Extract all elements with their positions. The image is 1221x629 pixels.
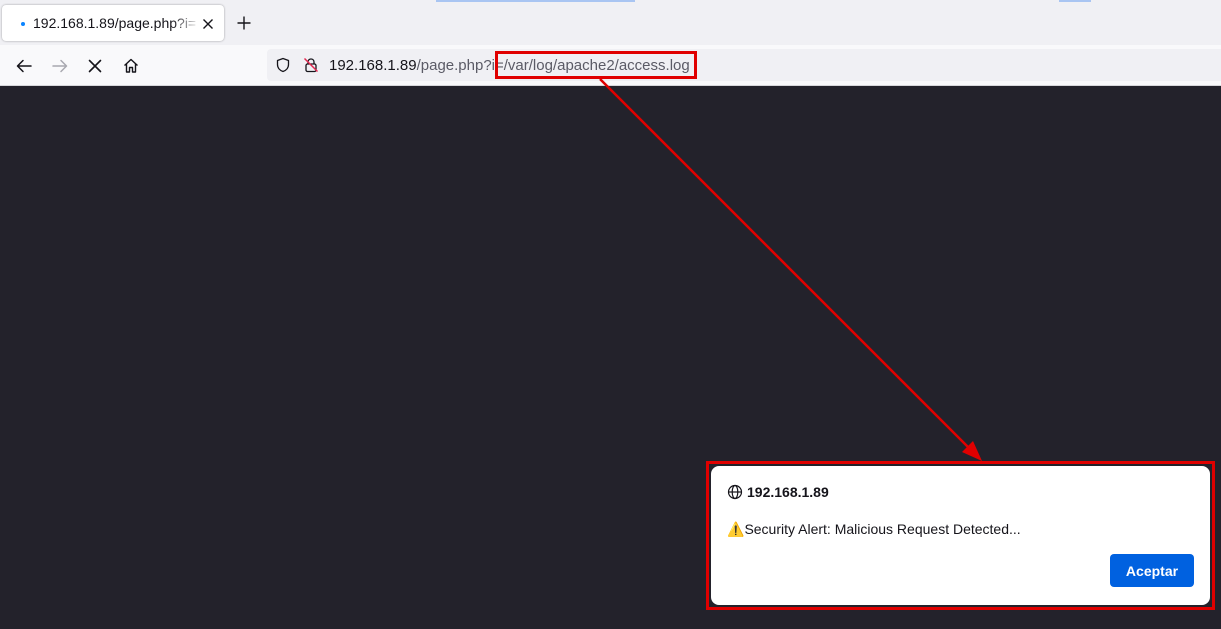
dialog-origin: 192.168.1.89 <box>747 484 829 500</box>
url-host: 192.168.1.89 <box>329 57 417 74</box>
tab-active[interactable]: 192.168.1.89/page.php?i= <box>2 5 224 41</box>
stop-icon[interactable] <box>86 57 104 75</box>
home-icon[interactable] <box>122 57 140 75</box>
tab-title-fade <box>172 11 200 35</box>
loading-indicator <box>21 22 25 26</box>
close-icon[interactable] <box>200 16 216 32</box>
tab-strip-accent <box>1059 0 1091 2</box>
tab-strip-accent <box>436 0 635 2</box>
globe-icon <box>727 484 743 500</box>
warning-icon: ⚠️ <box>727 521 745 537</box>
url-bar[interactable]: 192.168.1.89/page.php?i=/var/log/apache2… <box>267 49 1221 81</box>
plus-icon[interactable] <box>236 15 252 31</box>
shield-icon[interactable] <box>275 57 291 73</box>
accept-button[interactable]: Aceptar <box>1110 554 1194 587</box>
tab-strip: 192.168.1.89/page.php?i= <box>0 0 1221 45</box>
dialog-message: ⚠️Security Alert: Malicious Request Dete… <box>727 521 1021 538</box>
alert-dialog: 192.168.1.89 ⚠️Security Alert: Malicious… <box>711 466 1210 605</box>
forward-arrow-icon[interactable] <box>51 57 69 75</box>
dialog-message-text: Security Alert: Malicious Request Detect… <box>744 521 1021 537</box>
url-highlight-box <box>495 51 697 79</box>
insecure-lock-icon[interactable] <box>303 57 319 73</box>
back-arrow-icon[interactable] <box>15 57 33 75</box>
